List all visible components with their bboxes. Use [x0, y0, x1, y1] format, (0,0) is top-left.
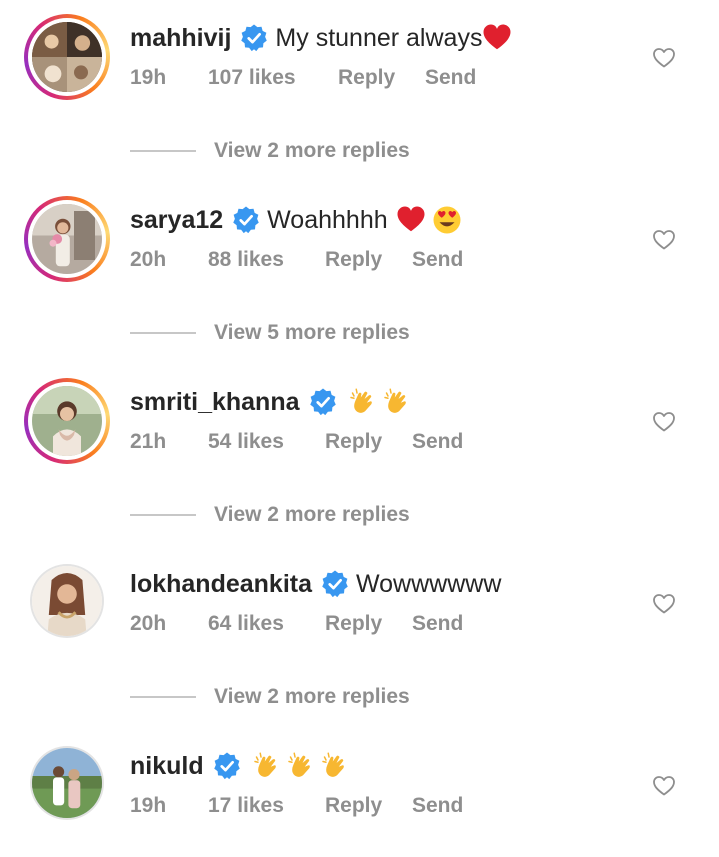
- comment-time: 19h: [130, 794, 167, 817]
- reply-button[interactable]: Reply: [325, 246, 382, 274]
- reply-button[interactable]: Reply: [325, 610, 382, 638]
- avatar: [32, 386, 102, 456]
- verified-badge-icon: [308, 387, 338, 417]
- comment-text: Wowwwwww: [356, 570, 502, 598]
- view-more-replies-label: View 5 more replies: [214, 321, 410, 344]
- divider-line: [130, 514, 196, 516]
- like-heart-icon[interactable]: [652, 592, 676, 616]
- send-button[interactable]: Send: [412, 792, 463, 820]
- avatar-border[interactable]: [30, 564, 104, 638]
- avatar-story-ring[interactable]: [24, 378, 110, 464]
- comment-item: sarya12 Woahhhhh 20h 88 likes Reply Send: [0, 182, 719, 292]
- avatar: [32, 204, 102, 274]
- avatar: [32, 566, 102, 636]
- comment-time: 20h: [130, 248, 167, 271]
- view-more-replies-button[interactable]: View 2 more replies: [130, 500, 410, 530]
- avatar-story-ring[interactable]: [24, 196, 110, 282]
- clapping-hands-icon: [252, 751, 282, 781]
- likes-count[interactable]: 54 likes: [208, 428, 284, 456]
- view-more-replies-button[interactable]: View 2 more replies: [130, 136, 410, 166]
- view-more-replies-button[interactable]: View 5 more replies: [130, 318, 410, 348]
- avatar: [32, 748, 102, 818]
- username[interactable]: mahhivij: [130, 22, 231, 54]
- likes-count[interactable]: 17 likes: [208, 792, 284, 820]
- username[interactable]: smriti_khanna: [130, 386, 300, 418]
- send-button[interactable]: Send: [412, 428, 463, 456]
- divider-line: [130, 696, 196, 698]
- comment-item: nikuld 19h 17 likes Reply Send: [0, 728, 719, 838]
- comment-time: 21h: [130, 430, 167, 453]
- clapping-hands-icon: [348, 387, 378, 417]
- view-more-replies-button[interactable]: View 2 more replies: [130, 682, 410, 712]
- comment-text: Woahhhhh: [267, 206, 388, 234]
- like-heart-icon[interactable]: [652, 774, 676, 798]
- avatar: [32, 22, 102, 92]
- clapping-hands-icon: [382, 387, 412, 417]
- divider-line: [130, 332, 196, 334]
- reply-button[interactable]: Reply: [325, 792, 382, 820]
- likes-count[interactable]: 107 likes: [208, 64, 296, 92]
- verified-badge-icon: [320, 569, 350, 599]
- avatar-story-ring[interactable]: [24, 14, 110, 100]
- like-heart-icon[interactable]: [652, 228, 676, 252]
- verified-badge-icon: [212, 751, 242, 781]
- reply-button[interactable]: Reply: [325, 428, 382, 456]
- divider-line: [130, 150, 196, 152]
- comment-item: smriti_khanna 21h 54 likes Reply Send: [0, 364, 719, 474]
- comment-time: 20h: [130, 612, 167, 635]
- view-more-replies-label: View 2 more replies: [214, 685, 410, 708]
- view-more-replies-label: View 2 more replies: [214, 503, 410, 526]
- comment-item: lokhandeankita Wowwwwww 20h 64 likes Rep…: [0, 546, 719, 656]
- likes-count[interactable]: 88 likes: [208, 246, 284, 274]
- username[interactable]: nikuld: [130, 750, 204, 782]
- heart-eyes-emoji-icon: [432, 205, 462, 235]
- red-heart-icon: [482, 23, 512, 53]
- username[interactable]: sarya12: [130, 204, 223, 236]
- send-button[interactable]: Send: [425, 64, 476, 92]
- like-heart-icon[interactable]: [652, 46, 676, 70]
- reply-button[interactable]: Reply: [338, 64, 395, 92]
- red-heart-icon: [396, 205, 426, 235]
- view-more-replies-label: View 2 more replies: [214, 139, 410, 162]
- comment-item: mahhivij My stunner always 19h 107 likes…: [0, 0, 719, 110]
- clapping-hands-icon: [286, 751, 316, 781]
- send-button[interactable]: Send: [412, 246, 463, 274]
- send-button[interactable]: Send: [412, 610, 463, 638]
- verified-badge-icon: [239, 23, 269, 53]
- verified-badge-icon: [231, 205, 261, 235]
- comment-text: My stunner always: [275, 24, 483, 52]
- avatar-border[interactable]: [30, 746, 104, 820]
- comment-time: 19h: [130, 66, 167, 89]
- like-heart-icon[interactable]: [652, 410, 676, 434]
- likes-count[interactable]: 64 likes: [208, 610, 284, 638]
- clapping-hands-icon: [320, 751, 350, 781]
- username[interactable]: lokhandeankita: [130, 568, 312, 600]
